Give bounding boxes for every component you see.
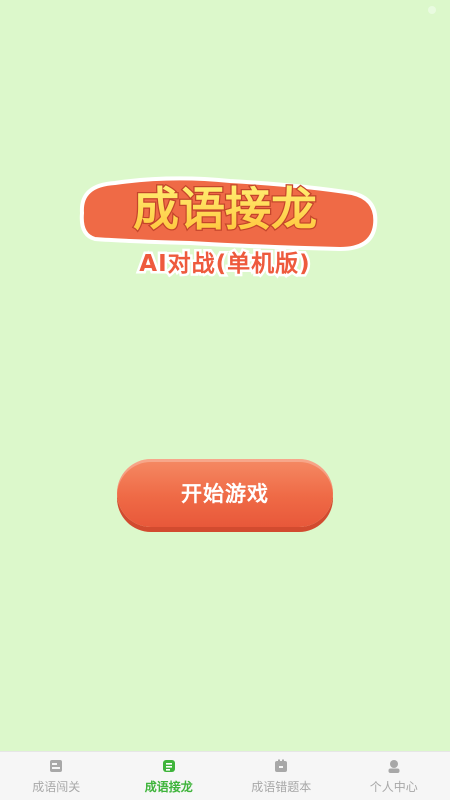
status-indicator [428, 6, 436, 14]
logo-title-text: 成语接龙 [133, 182, 317, 236]
tab-profile[interactable]: 个人中心 [338, 752, 450, 800]
bottom-tabbar: 成语闯关 成语接龙 成语错题本 个人中心 [0, 751, 450, 800]
logo-title-art: 成语接龙 [79, 176, 378, 252]
notebook-icon [275, 759, 288, 772]
tab-label: 成语接龙 [144, 780, 193, 794]
tab-label: 成语闯关 [32, 780, 81, 794]
tab-label: 个人中心 [369, 780, 418, 794]
tab-idiom-chain[interactable]: 成语接龙 [113, 752, 226, 800]
start-game-button[interactable]: 开始游戏 [117, 459, 333, 527]
tab-mistake-notebook[interactable]: 成语错题本 [225, 752, 338, 800]
logo-subtitle: AI对战(单机版) [137, 249, 312, 280]
tab-idiom-levels[interactable]: 成语闯关 [0, 752, 113, 800]
book-icon [50, 760, 63, 772]
tab-label: 成语错题本 [251, 780, 312, 794]
chat-icon [162, 760, 175, 772]
user-icon [388, 760, 400, 773]
